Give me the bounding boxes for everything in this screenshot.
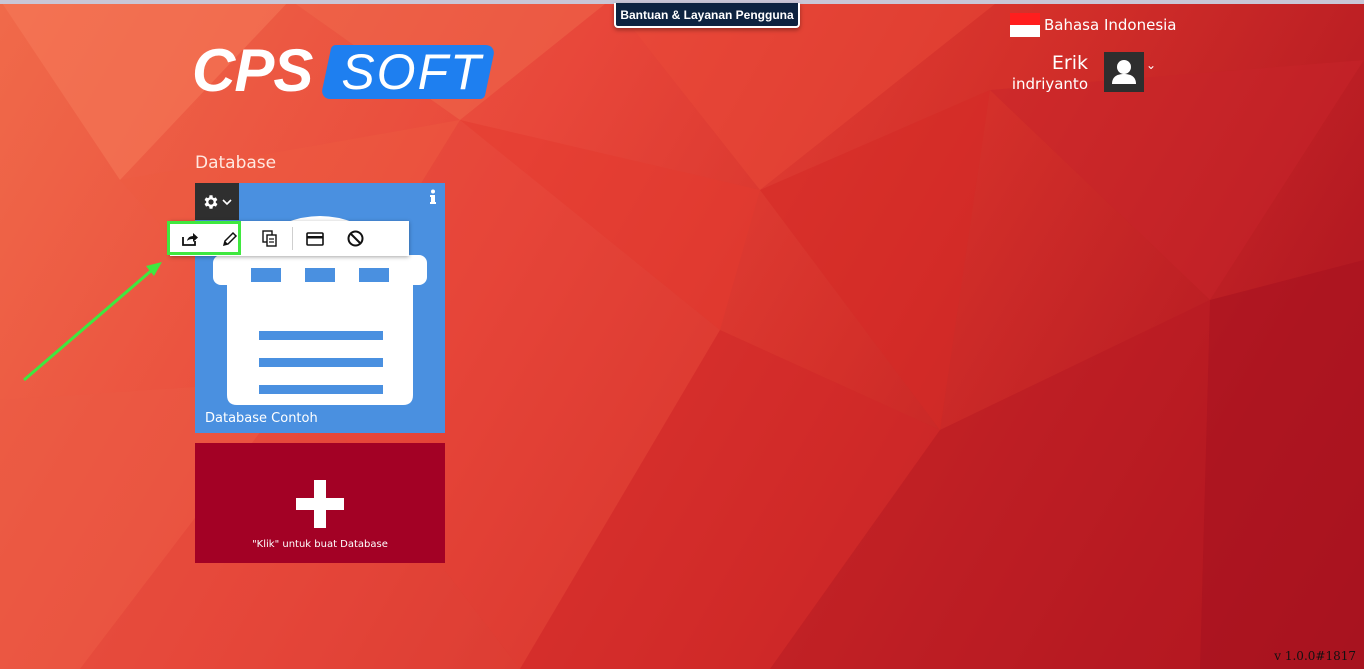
- indonesia-flag-icon: [1010, 13, 1040, 37]
- user-menu-chevron-icon[interactable]: ⌄: [1146, 58, 1156, 72]
- card-icon: [306, 231, 324, 246]
- disable-button[interactable]: [335, 221, 375, 256]
- user-avatar-button[interactable]: [1104, 52, 1144, 92]
- language-label: Bahasa Indonesia: [1044, 16, 1177, 34]
- card-button[interactable]: [295, 221, 335, 256]
- cpssoft-logo[interactable]: CPS SOFT: [190, 37, 496, 104]
- green-arrow-annotation: [23, 262, 162, 382]
- block-icon: [347, 230, 363, 247]
- copy-button[interactable]: [250, 221, 290, 256]
- user-icon: [1112, 60, 1136, 84]
- add-database-label: "Klik" untuk buat Database: [252, 539, 388, 550]
- version-label: v 1.0.0#1817: [1274, 649, 1356, 663]
- language-selector[interactable]: Bahasa Indonesia: [1010, 13, 1177, 37]
- logo-text-soft: SOFT: [341, 44, 483, 100]
- add-database-card[interactable]: "Klik" untuk buat Database: [195, 443, 445, 563]
- plus-icon: [296, 480, 344, 528]
- user-last-name: indriyanto: [1011, 75, 1088, 93]
- info-icon[interactable]: [427, 189, 439, 205]
- help-support-button[interactable]: Bantuan & Layanan Pengguna: [614, 3, 800, 28]
- copy-icon: [262, 230, 277, 247]
- database-name: Database Contoh: [205, 411, 318, 426]
- section-title: Database: [195, 153, 277, 173]
- gear-icon: [204, 194, 218, 209]
- chevron-down-icon: [222, 198, 232, 205]
- user-first-name: Erik: [1051, 52, 1088, 74]
- toolbar-separator: [292, 227, 293, 250]
- logo-text-cps: CPS: [192, 37, 313, 104]
